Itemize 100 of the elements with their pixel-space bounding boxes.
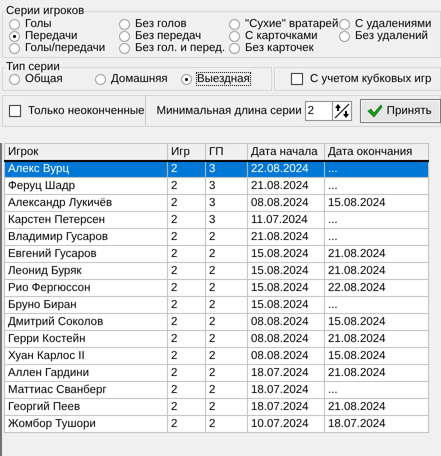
radio-button[interactable] (229, 30, 240, 42)
radio-option[interactable]: Голы/передачи (9, 42, 119, 54)
radio-option[interactable]: Голы (9, 18, 119, 30)
table-row[interactable]: Герри Костейн 2 2 08.08.2024 21.08.2024 (4, 330, 428, 348)
radio-option[interactable]: С удалениями (339, 18, 434, 30)
radio-button[interactable] (229, 42, 240, 54)
table-row[interactable]: Маттиас Сванберг 2 2 18.07.2024 ... (4, 382, 428, 398)
table-cell: 2 (168, 246, 206, 262)
radio-button[interactable] (229, 18, 240, 30)
spin-arrows-icon[interactable] (332, 102, 351, 120)
radio-option[interactable]: Выездная (181, 73, 265, 85)
radio-option[interactable]: Без карточек (229, 42, 339, 54)
table-cell: 2 (168, 212, 206, 228)
radio-label: Без карточек (245, 42, 314, 54)
table-cell: 2 (206, 280, 248, 296)
table-cell: 2 (168, 398, 206, 416)
table-cell: Александр Лукичёв (4, 194, 168, 212)
radio-option[interactable]: С карточками (229, 30, 339, 42)
radio-button[interactable] (181, 74, 192, 84)
radio-button[interactable] (9, 74, 20, 84)
min-length-spinner[interactable]: 2 (304, 101, 352, 121)
table-cell: 15.08.2024 (324, 194, 428, 212)
table-cell: 22.08.2024 (324, 280, 428, 296)
radio-option[interactable]: Без голов (119, 18, 229, 30)
min-length-label: Минимальная длина серии (156, 105, 302, 117)
radio-button[interactable] (95, 74, 106, 84)
checkbox[interactable] (291, 73, 303, 85)
radio-label: С удалениями (355, 18, 432, 30)
radio-button[interactable] (339, 30, 350, 42)
table-row[interactable]: Владимир Гусаров 2 2 21.08.2024 ... (4, 228, 428, 246)
table-row[interactable]: Дмитрий Соколов 2 2 08.08.2024 15.08.2024 (4, 314, 428, 330)
table-cell: 21.08.2024 (324, 246, 428, 262)
table-cell: 21.08.2024 (324, 262, 428, 280)
table-cell: 08.08.2024 (248, 330, 324, 348)
table-row[interactable]: Жомбор Тушори 2 2 10.07.2024 18.07.2024 (4, 416, 428, 432)
radio-option[interactable]: Без передач (119, 30, 229, 42)
radio-option[interactable]: Домашняя (95, 73, 181, 85)
table-row[interactable]: Александр Лукичёв 2 3 08.08.2024 15.08.2024 (4, 194, 428, 212)
accept-button[interactable]: Принять (360, 99, 441, 123)
table-row[interactable]: Георгий Пеев 2 2 18.07.2024 21.08.2024 (4, 398, 428, 416)
table-cell: 18.07.2024 (248, 398, 324, 416)
checkbox[interactable] (9, 105, 21, 117)
table-cell: 2 (206, 330, 248, 348)
table-cell: 18.07.2024 (248, 364, 324, 382)
table-cell: 21.08.2024 (324, 330, 428, 348)
radio-button[interactable] (9, 42, 20, 54)
radio-label: Без гол. и перед. (135, 42, 226, 54)
table-cell: 2 (206, 364, 248, 382)
radio-label: Домашняя (111, 73, 168, 85)
radio-label: С карточками (245, 30, 318, 42)
table-row[interactable]: Бруно Биран 2 2 15.08.2024 ... (4, 296, 428, 314)
table-cell: 2 (168, 262, 206, 280)
table-row[interactable]: Евгений Гусаров 2 2 15.08.2024 21.08.2024 (4, 246, 428, 262)
table-cell: 2 (206, 398, 248, 416)
table-row[interactable]: Феруц Шадр 2 3 21.08.2024 ... (4, 178, 428, 194)
radio-option[interactable]: Общая (9, 73, 95, 85)
table-cell: 2 (168, 194, 206, 212)
table-cell: 18.07.2024 (324, 416, 428, 432)
checkbox-label: С учетом кубковых игр (310, 73, 432, 85)
radio-label: Без голов (135, 18, 187, 30)
radio-button[interactable] (119, 42, 130, 54)
radio-option[interactable]: Без гол. и перед. (119, 42, 229, 54)
table-row[interactable]: Алекс Вурц 2 3 22.08.2024 ... (4, 160, 428, 178)
table-row[interactable]: Хуан Карлос II 2 2 08.08.2024 15.08.2024 (4, 348, 428, 364)
table-cell: 2 (168, 348, 206, 364)
table-row[interactable]: Рио Фергюссон 2 2 15.08.2024 22.08.2024 (4, 280, 428, 296)
table-cell: ... (324, 178, 428, 194)
table-cell: Бруно Биран (4, 296, 168, 314)
table-cell: Хуан Карлос II (4, 348, 168, 364)
radio-button[interactable] (119, 30, 130, 42)
column-header[interactable]: Дата окончания (324, 144, 428, 160)
column-header[interactable]: Игрок (4, 144, 168, 160)
table-cell: ... (324, 296, 428, 314)
table-cell: 15.08.2024 (324, 314, 428, 330)
table-cell: 2 (168, 416, 206, 432)
table-cell: Леонид Буряк (4, 262, 168, 280)
column-header[interactable]: Игр (168, 144, 206, 160)
radio-option[interactable]: Передачи (9, 30, 119, 42)
table-cell: 2 (206, 262, 248, 280)
radio-label: Без передач (135, 30, 202, 42)
table-cell: 2 (168, 178, 206, 194)
table-cell: 08.08.2024 (248, 348, 324, 364)
table-row[interactable]: Аллен Гардини 2 2 18.07.2024 21.08.2024 (4, 364, 428, 382)
radio-button[interactable] (119, 18, 130, 30)
radio-button[interactable] (9, 30, 20, 42)
table-cell: 2 (206, 246, 248, 262)
radio-option[interactable]: Без удалений (339, 30, 434, 42)
table-cell: 2 (168, 296, 206, 314)
table-cell: 2 (168, 382, 206, 398)
table-row[interactable]: Карстен Петерсен 2 3 11.07.2024 ... (4, 212, 428, 228)
table-cell: 11.07.2024 (248, 212, 324, 228)
radio-button[interactable] (339, 18, 350, 30)
radio-button[interactable] (9, 18, 20, 30)
column-header[interactable]: Дата начала (248, 144, 324, 160)
table-cell: 10.07.2024 (248, 416, 324, 432)
table-row[interactable]: Леонид Буряк 2 2 15.08.2024 21.08.2024 (4, 262, 428, 280)
table-cell: 2 (168, 228, 206, 246)
radio-label: Без удалений (355, 30, 428, 42)
table-cell: 3 (206, 212, 248, 228)
column-header[interactable]: ГП (206, 144, 248, 160)
